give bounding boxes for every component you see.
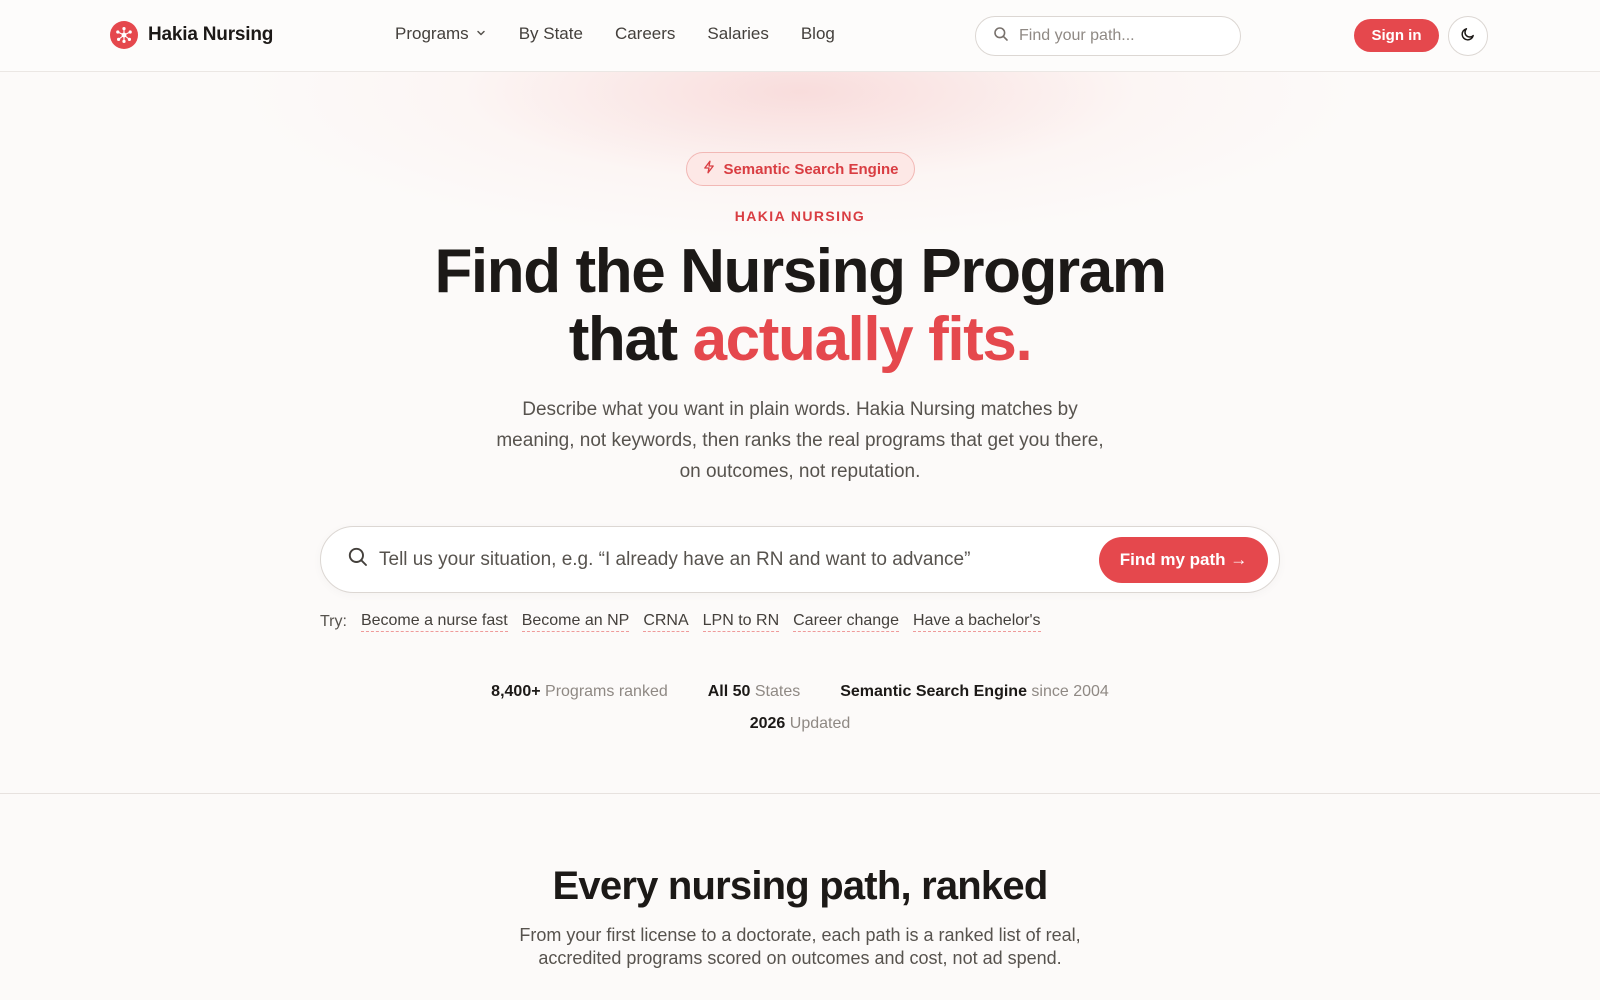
- header-search-input[interactable]: [1019, 27, 1219, 45]
- stat-value: All 50: [707, 683, 751, 700]
- headline-line-2: that: [568, 305, 693, 374]
- suggestion-chip[interactable]: LPN to RN: [702, 612, 780, 632]
- badge-label: Semantic Search Engine: [723, 160, 899, 178]
- stat-value: 2026: [749, 715, 786, 732]
- suggestion-chip[interactable]: Become a nurse fast: [360, 612, 508, 632]
- search-icon: [347, 546, 369, 573]
- nav-programs-label: Programs: [395, 24, 469, 43]
- stat-label: Updated: [789, 715, 851, 732]
- stat-value: 8,400+: [491, 683, 541, 700]
- suggestion-chip[interactable]: Career change: [793, 612, 899, 632]
- stat-engine: Semantic Search Engine since 2004: [840, 676, 1109, 708]
- suggestion-row: Try: Become a nurse fast Become an NP CR…: [320, 612, 1041, 632]
- theme-toggle-button[interactable]: [1448, 16, 1488, 56]
- section-subtitle: From your first license to a doctorate, …: [519, 925, 1081, 968]
- situation-search-input[interactable]: [379, 548, 1079, 571]
- suggestion-chip[interactable]: CRNA: [643, 612, 689, 632]
- nav-programs[interactable]: Programs: [395, 24, 487, 44]
- main-search-bar[interactable]: Find my path →: [320, 526, 1280, 593]
- stat-states: All 50 States: [708, 676, 801, 708]
- suggestion-chip[interactable]: Have a bachelor's: [912, 612, 1041, 632]
- brand-logo-icon: [110, 21, 138, 49]
- lightning-icon: [702, 160, 716, 178]
- nav-salaries[interactable]: Salaries: [707, 24, 768, 44]
- search-icon: [993, 26, 1009, 47]
- section-title: Every nursing path, ranked: [552, 864, 1049, 908]
- nav-blog[interactable]: Blog: [801, 24, 835, 44]
- stat-updated: 2026 Updated: [750, 708, 851, 740]
- moon-icon: [1460, 26, 1476, 47]
- stat-value: Semantic Search Engine: [840, 683, 1027, 700]
- brand-name: Hakia Nursing: [148, 24, 274, 45]
- stat-programs: 8,400+ Programs ranked: [491, 676, 668, 708]
- page-title: Find the Nursing Program that actually f…: [0, 238, 1600, 374]
- brand[interactable]: Hakia Nursing: [110, 21, 273, 49]
- semantic-search-badge: Semantic Search Engine: [686, 152, 915, 186]
- headline-line-1: Find the Nursing Program: [434, 237, 1167, 306]
- stat-label: since 2004: [1031, 683, 1109, 700]
- eyebrow: HAKIA NURSING: [734, 208, 866, 224]
- headline-accent: actually fits.: [692, 305, 1033, 374]
- hero-section: Semantic Search Engine HAKIA NURSING Fin…: [0, 72, 1600, 794]
- sign-in-button[interactable]: Sign in: [1354, 19, 1439, 52]
- site-header: Hakia Nursing Programs By State Careers …: [0, 0, 1600, 72]
- try-label: Try:: [320, 613, 347, 630]
- stats: 8,400+ Programs ranked All 50 States Sem…: [0, 676, 1600, 740]
- find-my-path-button[interactable]: Find my path →: [1099, 537, 1268, 583]
- nav-careers[interactable]: Careers: [615, 24, 675, 44]
- suggestion-chip[interactable]: Become an NP: [521, 612, 630, 632]
- stat-label: States: [754, 683, 801, 700]
- main-nav: Programs By State Careers Salaries Blog: [395, 24, 835, 44]
- stat-label: Programs ranked: [545, 683, 668, 700]
- chevron-down-icon: [475, 24, 487, 44]
- nav-by-state[interactable]: By State: [519, 24, 583, 44]
- header-search[interactable]: [975, 16, 1241, 56]
- hero-subtext: Describe what you want in plain words. H…: [496, 399, 1104, 482]
